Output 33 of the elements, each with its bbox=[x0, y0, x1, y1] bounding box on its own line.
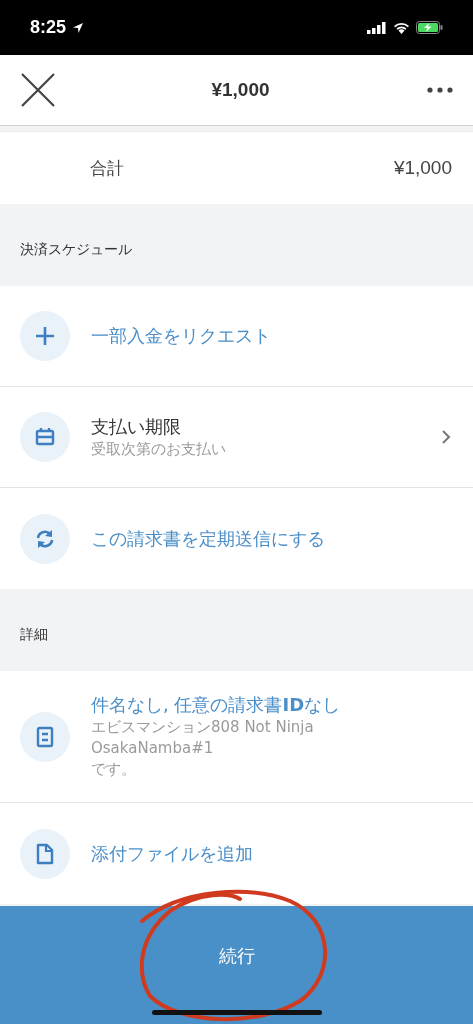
signal-icon bbox=[367, 21, 387, 34]
battery-charging-icon bbox=[416, 21, 443, 34]
repeat-icon bbox=[20, 513, 70, 564]
section-header: 決済スケジュール bbox=[19, 240, 133, 259]
close-icon bbox=[20, 72, 56, 108]
row-title: 一部入金をリクエスト bbox=[91, 324, 271, 348]
row-subtitle: OsakaNamba#1 bbox=[91, 738, 214, 759]
row-title: 件名なし, 任意の請求書IDなし bbox=[91, 693, 341, 717]
list-row[interactable]: 支払い期限 受取次第のお支払い bbox=[0, 387, 473, 488]
location-arrow-icon bbox=[72, 21, 85, 34]
list-row[interactable]: 一部入金をリクエスト bbox=[0, 286, 473, 387]
status-time: 8:25 bbox=[30, 17, 67, 38]
row-title: この請求書を定期送信にする bbox=[91, 526, 325, 551]
more-icon bbox=[427, 87, 453, 93]
continue-button[interactable]: 続行 bbox=[0, 906, 473, 1024]
total-label: 合計 bbox=[90, 156, 124, 180]
row-subtitle: です。 bbox=[91, 759, 136, 780]
list-row[interactable]: この請求書を定期送信にする bbox=[0, 488, 473, 589]
total-amount: ¥1,000 bbox=[393, 157, 452, 179]
file-icon bbox=[20, 828, 70, 879]
row-subtitle: 受取次第のお支払い bbox=[91, 438, 226, 460]
document-icon bbox=[20, 711, 70, 762]
plus-icon bbox=[20, 311, 70, 361]
row-title: 添付ファイルを追加 bbox=[91, 841, 253, 866]
list-row[interactable]: 件名なし, 任意の請求書IDなし エビスマンション808 Not Ninja OsakaNamba#1 です。 bbox=[0, 671, 473, 803]
calendar-icon bbox=[20, 412, 70, 462]
list-row[interactable]: 添付ファイルを追加 bbox=[0, 803, 473, 904]
wifi-icon bbox=[393, 21, 410, 34]
nav-title: ¥1,000 bbox=[211, 79, 270, 101]
section-header: 詳細 bbox=[19, 625, 49, 644]
row-subtitle: エビスマンション808 Not Ninja bbox=[91, 717, 314, 738]
chevron-right-icon bbox=[441, 429, 451, 445]
row-title: 支払い期限 bbox=[91, 414, 181, 439]
